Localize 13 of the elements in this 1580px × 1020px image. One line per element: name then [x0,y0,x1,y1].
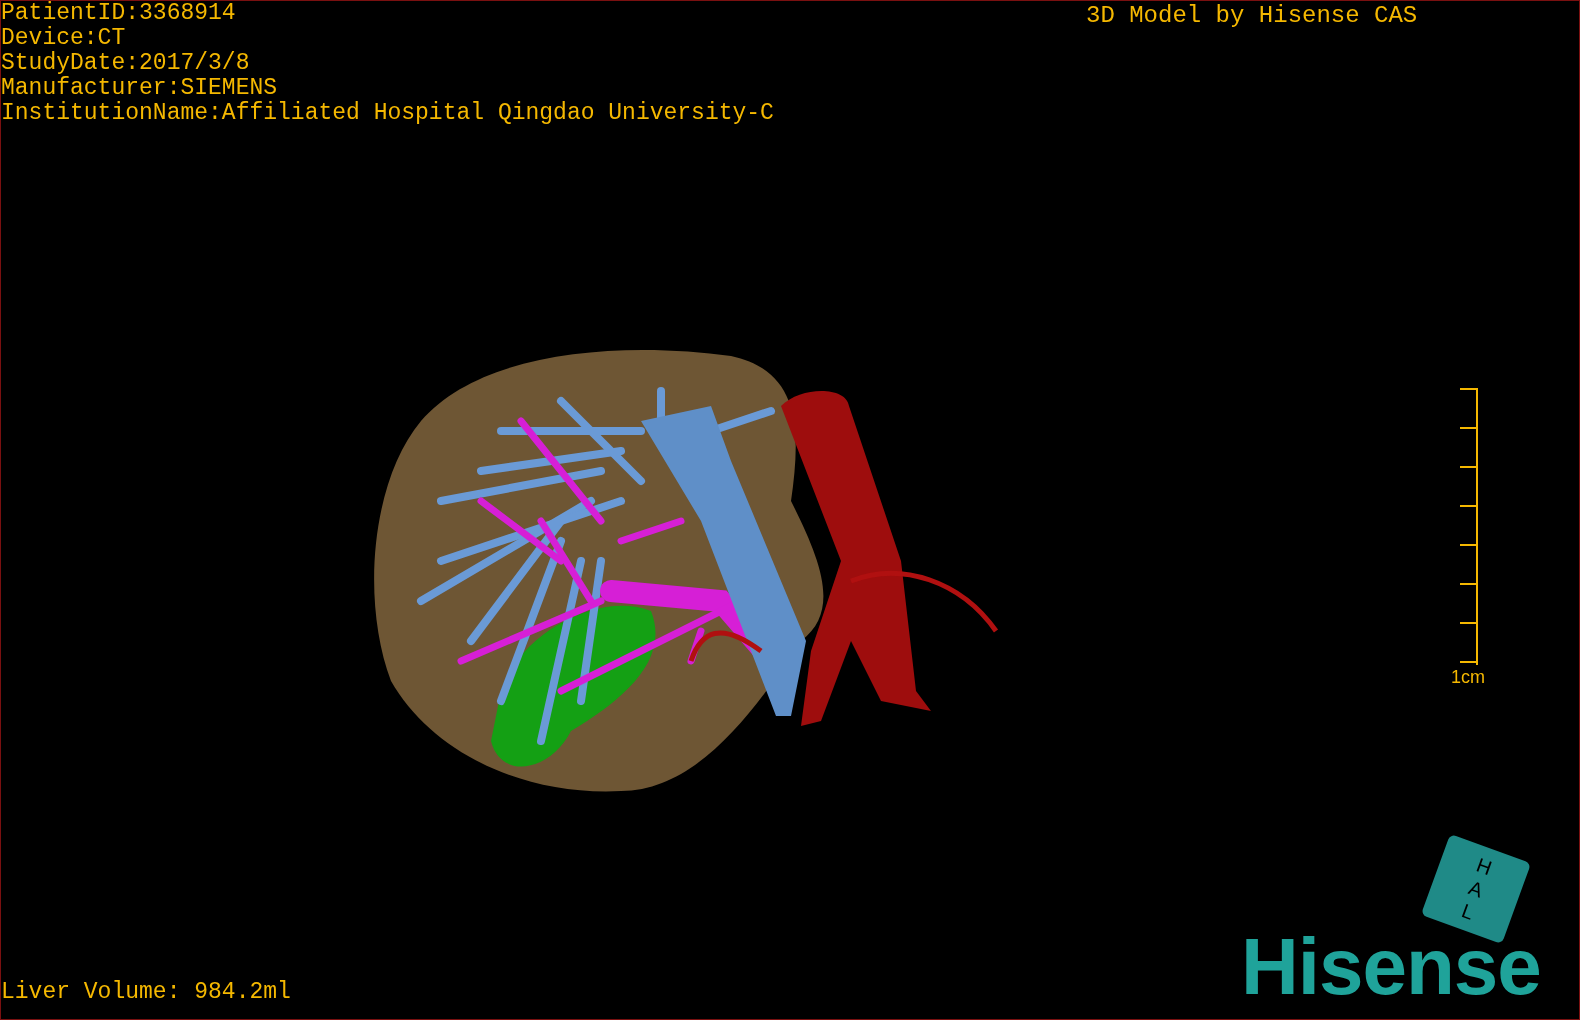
viewer-title: 3D Model by Hisense CAS [1086,3,1418,29]
scale-bar-icon [1459,387,1479,667]
patient-info-text: PatientID:3368914 [1,1,237,26]
cube-face-label: A [1466,877,1486,901]
patient-info-text: StudyDate:2017/3/8 [1,51,251,76]
orientation-cube[interactable]: H A L [1420,833,1532,945]
patient-info-text: Manufacturer:SIEMENS [1,76,279,101]
liver-volume-text: Liver Volume: 984.2ml [1,979,291,1005]
patient-info-text: Device:CT [1,26,127,51]
patient-info-text: InstitutionName:Affiliated Hospital Qingdao University-C [1,101,774,126]
cube-face-label: L [1459,900,1477,923]
cube-face-label: H [1474,854,1495,879]
scale-label: 1cm [1451,667,1485,687]
